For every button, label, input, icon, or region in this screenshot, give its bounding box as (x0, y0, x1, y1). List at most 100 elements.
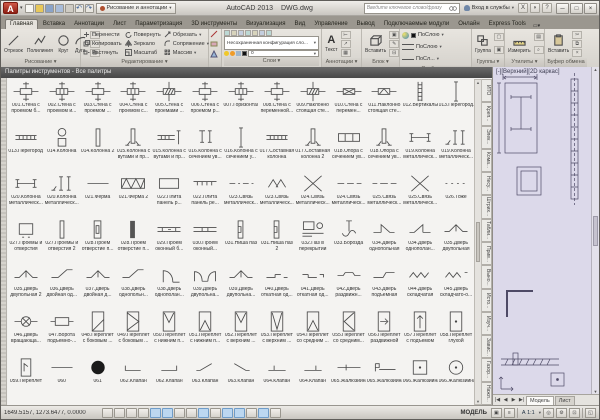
palette-item[interactable]: 032.Паз в перекрытии (295, 217, 331, 263)
app-menu-caret-icon[interactable]: ▾ (20, 5, 23, 11)
palette-item[interactable]: 064.Клапан (295, 355, 331, 401)
match-properties-icon[interactable] (210, 30, 218, 38)
save-as-icon[interactable] (55, 4, 64, 13)
palette-item[interactable]: 038.Дверь однополан... (151, 263, 187, 309)
ribbon-tab[interactable]: Главная (5, 19, 38, 29)
palette-item[interactable]: 046.Дверь вращающа... (8, 309, 44, 355)
palette-item[interactable]: 043.Дверь подъемная (366, 263, 402, 309)
palette-tab[interactable]: Несу... (482, 172, 492, 195)
scale-button[interactable]: Масштаб (125, 48, 161, 57)
palette-item[interactable]: 053.Переплет с верхним ... (259, 309, 295, 355)
palette-item[interactable]: 023.Связь металлическ... (223, 171, 259, 217)
palette-item[interactable]: 050.Переплет с нижним п... (151, 309, 187, 355)
palette-item[interactable]: 006.Стена с проемом р... (187, 79, 223, 125)
copy-clip-icon[interactable]: ⧉ (572, 40, 582, 48)
lock-ui-icon[interactable]: ⊡ (569, 408, 580, 418)
panel-clipboard-label[interactable]: Буфер обмена (545, 58, 587, 67)
palette-item[interactable]: 012.Вертикальн... (402, 79, 438, 125)
status-toggle[interactable] (270, 408, 281, 418)
canvas-scrollbar[interactable]: ▲ ▼ (591, 67, 599, 394)
status-toggle[interactable] (198, 408, 209, 418)
insert-block-button[interactable]: Вставить (364, 30, 387, 57)
cleanscreen-icon[interactable]: ◱ (585, 408, 596, 418)
palette-tab[interactable]: Табли... (482, 219, 492, 242)
annotation-scale-button[interactable]: А 1:1 (520, 410, 537, 416)
palette-item[interactable]: 013.Перегород... (8, 125, 44, 171)
scroll-up-icon[interactable]: ▲ (592, 67, 599, 72)
plot-icon[interactable] (65, 4, 74, 13)
palette-item[interactable]: 062.Клапан (151, 355, 187, 401)
ribbon-tab[interactable]: Вид (290, 20, 309, 29)
dimension-tool-icon[interactable]: ⊢ (341, 31, 351, 39)
array-button[interactable]: Массив ▾ (164, 48, 209, 57)
layer-sun-icon[interactable] (230, 51, 235, 56)
palette-item[interactable]: 026.Тоже (438, 171, 474, 217)
ribbon-tab[interactable]: Подключаемые модули (380, 20, 453, 29)
palette-item[interactable]: 059.Переплет (8, 355, 44, 401)
fillet-button[interactable]: Сопряжение ▾ (164, 39, 209, 48)
palette-item[interactable]: 031.Ниша паз 2 (259, 217, 295, 263)
palette-grab-bar[interactable] (1, 78, 7, 405)
quick-select-icon[interactable]: ⌕ (534, 46, 544, 54)
palette-item[interactable]: 004.Стена с проемом с... (116, 79, 152, 125)
ribbon-tab[interactable]: Вставка (39, 20, 69, 29)
polyline-button[interactable]: Полилиния (26, 30, 54, 57)
status-toggle[interactable] (258, 408, 269, 418)
palette-tab[interactable]: Креп... (482, 102, 492, 125)
palette-item[interactable]: 017.Составная колонна (259, 125, 295, 171)
erase-icon[interactable] (210, 40, 218, 48)
circle-button[interactable]: Круг (56, 30, 71, 57)
create-block-icon[interactable]: ▣ (389, 31, 399, 39)
palette-item[interactable]: 022.Плита панель ре... (187, 171, 223, 217)
open-file-icon[interactable] (35, 4, 44, 13)
help-icon[interactable]: ? (542, 3, 552, 13)
viewport-label[interactable]: [-][Верхний][2D каркас] (496, 69, 560, 75)
workspace-dropdown[interactable]: Рисование и аннотации ▾ (96, 3, 176, 14)
palette-item[interactable]: 058.Переплет глухой (438, 309, 474, 355)
linetype-value[interactable]: ПоСл... (416, 56, 435, 62)
palette-item[interactable]: 044.Дверь складчатая (402, 263, 438, 309)
ribbon-tab[interactable]: Параметризация (131, 20, 186, 29)
search-box[interactable]: Введите ключевое слово/фразу (364, 3, 460, 14)
palette-item[interactable]: 065.Жалюзийная (331, 355, 367, 401)
edit-block-icon[interactable]: ✎ (389, 40, 399, 48)
palette-item[interactable]: 056.Переплет раздвижной (366, 309, 402, 355)
group-edit-icon[interactable]: ▣ (494, 46, 504, 54)
status-toggle[interactable] (246, 408, 257, 418)
group-button[interactable]: Группа (474, 30, 492, 57)
palette-item[interactable]: 020.Колонна металлическ... (8, 171, 44, 217)
maximize-button[interactable]: □ (570, 3, 583, 14)
new-file-icon[interactable] (25, 4, 34, 13)
status-toggle[interactable] (114, 408, 125, 418)
palette-item[interactable]: 030.Проем оконный... (187, 217, 223, 263)
status-toggle[interactable] (210, 408, 221, 418)
palette-tab[interactable]: ИТО (482, 79, 492, 102)
palette-item[interactable]: 028.Проем отверстие п... (116, 217, 152, 263)
palette-item[interactable]: 066.Жалюзийная (402, 355, 438, 401)
palette-tab[interactable]: Кома... (482, 149, 492, 172)
ribbon-tab[interactable]: Лист (109, 20, 130, 29)
workspace-switch-icon[interactable]: ⚙ (556, 408, 567, 418)
ribbon-tab[interactable]: Вывод (353, 20, 379, 29)
panel-annotation-label[interactable]: Аннотации ▾ (322, 58, 361, 67)
palette-item[interactable]: 033.Борозда (331, 217, 367, 263)
palette-item[interactable]: 035.Дверь двупольная (438, 217, 474, 263)
palette-item[interactable]: 011.Наклонно стоящая сте... (366, 79, 402, 125)
palette-item[interactable]: 010.Стена с перемен... (331, 79, 367, 125)
palette-item[interactable]: 049.Переплет с боковым ... (116, 309, 152, 355)
table-tool-icon[interactable]: ▦ (341, 49, 351, 57)
palette-item[interactable]: 024.Связь металлическ... (331, 171, 367, 217)
palette-item[interactable]: 009.Наклонно стоящая сте... (295, 79, 331, 125)
palette-item[interactable]: 034.Дверь однопольная (366, 217, 402, 263)
palette-item[interactable]: 039.Дверь двупольна... (187, 263, 223, 309)
palette-tab[interactable]: Исто... (482, 289, 492, 312)
palette-scroll-thumb[interactable] (476, 222, 480, 262)
palette-item[interactable]: 065.Жалюзийная (366, 355, 402, 401)
layer-unlock-icon[interactable] (236, 51, 241, 56)
palette-item[interactable]: 061 (80, 355, 116, 401)
rotate-button[interactable]: Повернуть (125, 30, 161, 39)
clear-icon[interactable]: × (572, 49, 582, 57)
palette-item[interactable]: 016.Колонна с сечением у... (223, 125, 259, 171)
palette-tab[interactable]: Завис... (482, 335, 492, 358)
palette-item[interactable]: 022.Плита панель р... (151, 171, 187, 217)
